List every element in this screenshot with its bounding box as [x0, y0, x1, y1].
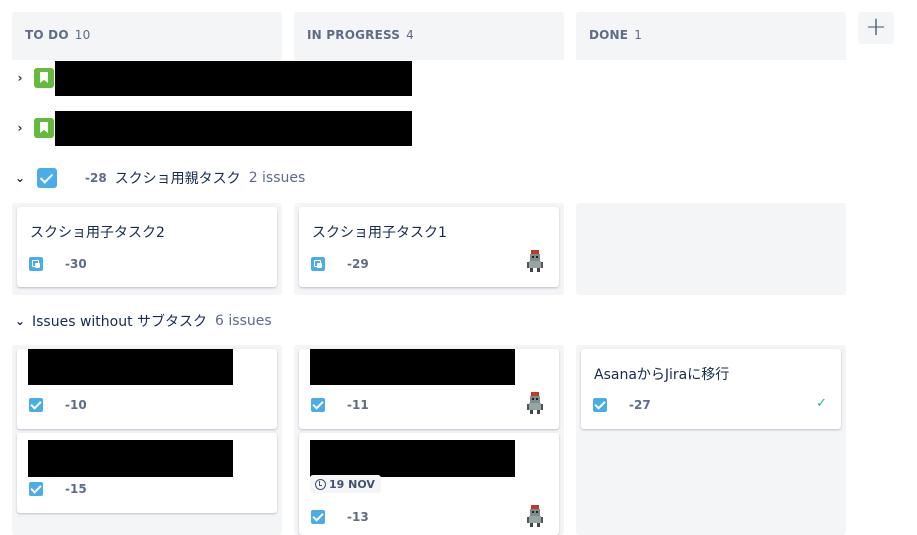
robot-avatar[interactable] — [524, 391, 546, 415]
subtask-icon — [29, 257, 43, 271]
swimlane-issues-without-subtasks[interactable]: ⌄ Issues without サブタスク 6 issues — [0, 306, 272, 336]
issue-key: -10 — [65, 398, 87, 412]
swimlane-epic-1[interactable]: › — [0, 63, 54, 93]
column-count: 4 — [406, 28, 414, 42]
issue-key: -11 — [347, 398, 369, 412]
issue-key: -30 — [65, 257, 87, 271]
task-icon — [29, 398, 43, 412]
column-name: IN PROGRESS — [307, 28, 401, 42]
issue-card[interactable]: スクショ用子タスク1 -29 — [299, 207, 559, 287]
swimlane-epic-2[interactable]: › — [0, 113, 54, 143]
issue-key: -15 — [65, 482, 87, 496]
redacted-title — [55, 61, 412, 96]
column-header-in-progress: IN PROGRESS 4 — [294, 12, 564, 60]
clock-icon — [315, 478, 326, 490]
issue-card[interactable]: AsanaからJiraに移行 -27 ✓ — [581, 349, 841, 429]
chevron-right-icon[interactable]: › — [14, 71, 26, 85]
story-icon — [34, 118, 54, 138]
redacted-title — [310, 440, 515, 477]
swimlane-title: Issues without サブタスク — [32, 314, 208, 330]
issue-count: 2 issues — [248, 170, 306, 186]
issue-count: 6 issues — [215, 313, 272, 329]
chevron-down-icon[interactable]: ⌄ — [14, 171, 26, 185]
swimlane-parent-task[interactable]: ⌄ -28 スクショ用親タスク 2 issues — [0, 163, 305, 193]
redacted-title — [28, 440, 233, 477]
issue-card[interactable]: 19 NOV -13 — [299, 433, 559, 535]
card-title: スクショ用子タスク1 — [312, 225, 447, 241]
chevron-right-icon[interactable]: › — [14, 121, 26, 135]
issue-card[interactable]: スクショ用子タスク2 -30 — [17, 207, 277, 287]
done-check-icon: ✓ — [816, 396, 827, 411]
add-column-button[interactable]: + — [858, 12, 894, 44]
issue-card[interactable]: -11 — [299, 349, 559, 429]
task-icon — [311, 510, 325, 524]
redacted-title — [310, 349, 515, 385]
robot-avatar[interactable] — [524, 504, 546, 528]
column-header-todo: TO DO 10 — [12, 12, 282, 60]
issue-key: -28 — [85, 171, 107, 185]
task-checkbox-icon — [37, 168, 57, 188]
issue-key: -13 — [347, 510, 369, 524]
issue-key: -29 — [347, 257, 369, 271]
column-count: 1 — [634, 28, 643, 42]
redacted-title — [55, 111, 412, 146]
robot-avatar[interactable] — [524, 249, 546, 273]
card-title: AsanaからJiraに移行 — [594, 367, 730, 383]
issue-card[interactable]: -15 — [17, 433, 277, 513]
task-icon — [593, 398, 607, 412]
column-name: DONE — [589, 28, 629, 42]
card-title: スクショ用子タスク2 — [30, 225, 165, 241]
column-name: TO DO — [25, 28, 69, 42]
issue-card[interactable]: -10 — [17, 349, 277, 429]
subtask-icon — [311, 257, 325, 271]
swimlane-title: スクショ用親タスク — [114, 171, 241, 187]
task-icon — [29, 482, 43, 496]
column-header-done: DONE 1 — [576, 12, 846, 60]
issue-key: -27 — [629, 398, 651, 412]
story-icon — [34, 68, 54, 88]
task-icon — [311, 398, 325, 412]
redacted-title — [28, 349, 233, 385]
column-count: 10 — [74, 28, 91, 42]
due-date: 19 NOV — [329, 477, 375, 491]
due-date-badge: 19 NOV — [310, 475, 381, 493]
cell-done — [576, 203, 846, 295]
chevron-down-icon[interactable]: ⌄ — [14, 314, 26, 328]
